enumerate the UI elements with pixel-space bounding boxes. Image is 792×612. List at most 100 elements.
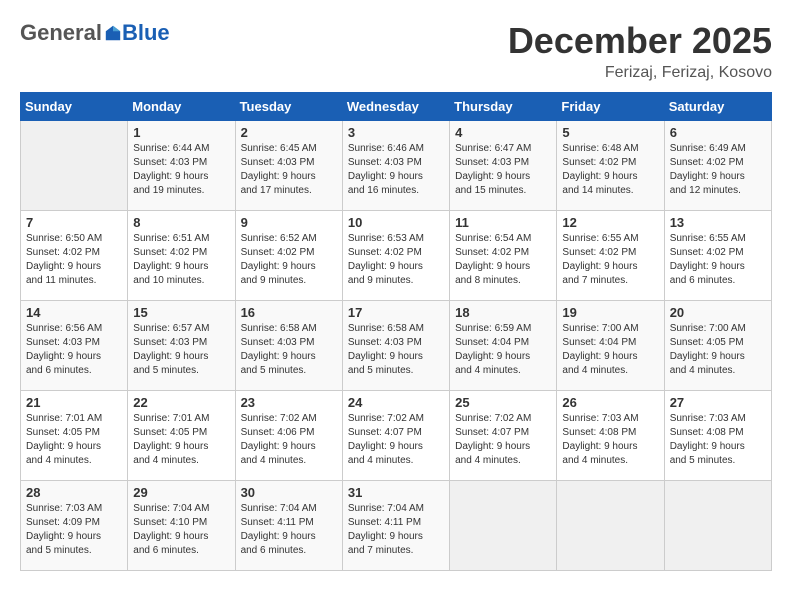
calendar-week-row: 7Sunrise: 6:50 AM Sunset: 4:02 PM Daylig… [21,211,772,301]
day-info: Sunrise: 6:46 AM Sunset: 4:03 PM Dayligh… [348,142,444,198]
day-info: Sunrise: 7:03 AM Sunset: 4:08 PM Dayligh… [562,412,658,468]
day-number: 20 [670,305,766,320]
calendar-cell: 5Sunrise: 6:48 AM Sunset: 4:02 PM Daylig… [557,121,664,211]
day-number: 30 [241,485,337,500]
day-number: 27 [670,395,766,410]
day-info: Sunrise: 6:58 AM Sunset: 4:03 PM Dayligh… [348,322,444,378]
calendar-table: SundayMondayTuesdayWednesdayThursdayFrid… [20,92,772,571]
calendar-cell: 6 Sunrise: 6:49 AM Sunset: 4:02 PM Daylig… [664,121,771,211]
calendar-cell: 22 Sunrise: 7:01 AM Sunset: 4:05 PM Dayli… [128,391,235,481]
day-number: 22 [133,395,229,410]
day-info: Sunrise: 6:54 AM Sunset: 4:02 PM Dayligh… [455,232,551,288]
calendar-cell: 17 Sunrise: 6:58 AM Sunset: 4:03 PM Dayli… [342,301,449,391]
day-info: Sunrise: 6:49 AM Sunset: 4:02 PM Dayligh… [670,142,766,198]
day-number: 21 [26,395,122,410]
day-number: 10 [348,215,444,230]
day-info: Sunrise: 6:51 AM Sunset: 4:02 PM Dayligh… [133,232,229,288]
weekday-header-tuesday: Tuesday [235,93,342,121]
calendar-cell: 25Sunrise: 7:02 AM Sunset: 4:07 PM Dayli… [450,391,557,481]
calendar-cell: 15 Sunrise: 6:57 AM Sunset: 4:03 PM Dayli… [128,301,235,391]
day-info: Sunrise: 7:03 AM Sunset: 4:08 PM Dayligh… [670,412,766,468]
calendar-cell: 14 Sunrise: 6:56 AM Sunset: 4:03 PM Dayli… [21,301,128,391]
day-number: 13 [670,215,766,230]
day-info: Sunrise: 6:53 AM Sunset: 4:02 PM Dayligh… [348,232,444,288]
day-info: Sunrise: 6:55 AM Sunset: 4:02 PM Dayligh… [670,232,766,288]
day-number: 3 [348,125,444,140]
day-info: Sunrise: 7:00 AM Sunset: 4:04 PM Dayligh… [562,322,658,378]
day-number: 2 [241,125,337,140]
calendar-cell: 12Sunrise: 6:55 AM Sunset: 4:02 PM Dayli… [557,211,664,301]
day-info: Sunrise: 6:52 AM Sunset: 4:02 PM Dayligh… [241,232,337,288]
calendar-cell: 13 Sunrise: 6:55 AM Sunset: 4:02 PM Dayli… [664,211,771,301]
day-number: 17 [348,305,444,320]
weekday-header-row: SundayMondayTuesdayWednesdayThursdayFrid… [21,93,772,121]
calendar-cell: 3 Sunrise: 6:46 AM Sunset: 4:03 PM Daylig… [342,121,449,211]
logo-general-text: General [20,20,102,46]
day-number: 19 [562,305,658,320]
day-number: 12 [562,215,658,230]
day-number: 31 [348,485,444,500]
calendar-cell: 8Sunrise: 6:51 AM Sunset: 4:02 PM Daylig… [128,211,235,301]
weekday-header-sunday: Sunday [21,93,128,121]
day-number: 16 [241,305,337,320]
day-number: 26 [562,395,658,410]
day-number: 15 [133,305,229,320]
day-number: 1 [133,125,229,140]
month-title: December 2025 [508,20,772,62]
day-info: Sunrise: 7:02 AM Sunset: 4:07 PM Dayligh… [348,412,444,468]
calendar-week-row: 21 Sunrise: 7:01 AM Sunset: 4:05 PM Dayli… [21,391,772,481]
weekday-header-monday: Monday [128,93,235,121]
day-info: Sunrise: 6:56 AM Sunset: 4:03 PM Dayligh… [26,322,122,378]
calendar-cell: 20 Sunrise: 7:00 AM Sunset: 4:05 PM Dayli… [664,301,771,391]
weekday-header-saturday: Saturday [664,93,771,121]
day-info: Sunrise: 7:02 AM Sunset: 4:07 PM Dayligh… [455,412,551,468]
day-info: Sunrise: 7:00 AM Sunset: 4:05 PM Dayligh… [670,322,766,378]
day-number: 14 [26,305,122,320]
day-info: Sunrise: 7:01 AM Sunset: 4:05 PM Dayligh… [133,412,229,468]
calendar-cell: 18Sunrise: 6:59 AM Sunset: 4:04 PM Dayli… [450,301,557,391]
calendar-cell: 11 Sunrise: 6:54 AM Sunset: 4:02 PM Dayli… [450,211,557,301]
day-info: Sunrise: 7:02 AM Sunset: 4:06 PM Dayligh… [241,412,337,468]
calendar-cell [557,481,664,571]
weekday-header-friday: Friday [557,93,664,121]
day-number: 24 [348,395,444,410]
calendar-week-row: 28Sunrise: 7:03 AM Sunset: 4:09 PM Dayli… [21,481,772,571]
calendar-cell: 4Sunrise: 6:47 AM Sunset: 4:03 PM Daylig… [450,121,557,211]
calendar-week-row: 14 Sunrise: 6:56 AM Sunset: 4:03 PM Dayli… [21,301,772,391]
calendar-cell: 16Sunrise: 6:58 AM Sunset: 4:03 PM Dayli… [235,301,342,391]
logo: General Blue [20,20,170,46]
weekday-header-thursday: Thursday [450,93,557,121]
calendar-cell: 9 Sunrise: 6:52 AM Sunset: 4:02 PM Daylig… [235,211,342,301]
calendar-cell: 31Sunrise: 7:04 AM Sunset: 4:11 PM Dayli… [342,481,449,571]
day-info: Sunrise: 6:48 AM Sunset: 4:02 PM Dayligh… [562,142,658,198]
day-info: Sunrise: 6:44 AM Sunset: 4:03 PM Dayligh… [133,142,229,198]
calendar-cell: 19 Sunrise: 7:00 AM Sunset: 4:04 PM Dayli… [557,301,664,391]
calendar-cell: 27 Sunrise: 7:03 AM Sunset: 4:08 PM Dayli… [664,391,771,481]
day-info: Sunrise: 7:01 AM Sunset: 4:05 PM Dayligh… [26,412,122,468]
day-info: Sunrise: 6:50 AM Sunset: 4:02 PM Dayligh… [26,232,122,288]
day-number: 9 [241,215,337,230]
day-info: Sunrise: 7:03 AM Sunset: 4:09 PM Dayligh… [26,502,122,558]
calendar-cell: 30 Sunrise: 7:04 AM Sunset: 4:11 PM Dayli… [235,481,342,571]
calendar-cell: 29Sunrise: 7:04 AM Sunset: 4:10 PM Dayli… [128,481,235,571]
day-number: 18 [455,305,551,320]
title-block: December 2025 Ferizaj, Ferizaj, Kosovo [508,20,772,82]
page-header: General Blue December 2025 Ferizaj, Feri… [20,20,772,82]
calendar-cell: 23Sunrise: 7:02 AM Sunset: 4:06 PM Dayli… [235,391,342,481]
day-info: Sunrise: 6:57 AM Sunset: 4:03 PM Dayligh… [133,322,229,378]
calendar-cell: 10 Sunrise: 6:53 AM Sunset: 4:02 PM Dayli… [342,211,449,301]
day-number: 4 [455,125,551,140]
logo-icon [104,24,122,42]
calendar-cell: 7Sunrise: 6:50 AM Sunset: 4:02 PM Daylig… [21,211,128,301]
location-text: Ferizaj, Ferizaj, Kosovo [508,64,772,82]
day-info: Sunrise: 7:04 AM Sunset: 4:10 PM Dayligh… [133,502,229,558]
calendar-cell: 1 Sunrise: 6:44 AM Sunset: 4:03 PM Daylig… [128,121,235,211]
calendar-cell: 2Sunrise: 6:45 AM Sunset: 4:03 PM Daylig… [235,121,342,211]
day-number: 11 [455,215,551,230]
calendar-cell [21,121,128,211]
day-number: 6 [670,125,766,140]
calendar-cell [664,481,771,571]
calendar-cell: 24 Sunrise: 7:02 AM Sunset: 4:07 PM Dayli… [342,391,449,481]
calendar-cell: 21 Sunrise: 7:01 AM Sunset: 4:05 PM Dayli… [21,391,128,481]
day-info: Sunrise: 7:04 AM Sunset: 4:11 PM Dayligh… [241,502,337,558]
